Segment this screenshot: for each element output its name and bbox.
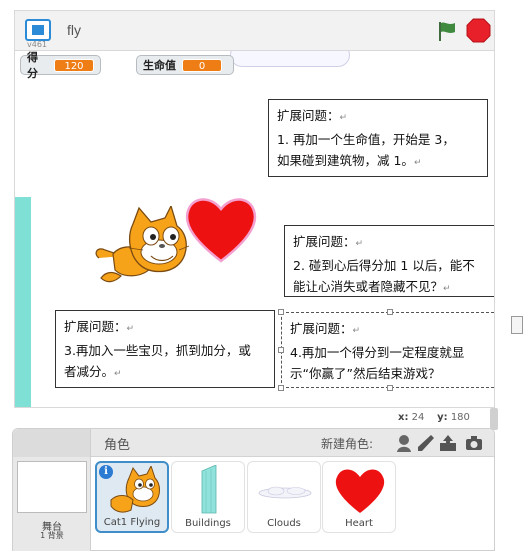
- stage-column-header: [13, 429, 91, 457]
- paint-sprite-button[interactable]: [416, 433, 436, 453]
- sprite-name: Cat1 Flying: [103, 517, 161, 528]
- cloud-sprite-partial[interactable]: [230, 51, 350, 67]
- y-label: y:: [437, 412, 448, 423]
- project-title[interactable]: fly: [67, 22, 81, 38]
- paintbrush-icon: [418, 435, 434, 451]
- cat-sprite[interactable]: [93, 206, 191, 292]
- flag-pole-icon: [439, 22, 441, 41]
- x-value: 24: [411, 412, 425, 423]
- stage-thumbnail[interactable]: [17, 461, 87, 513]
- sprite-tile-clouds[interactable]: Clouds: [247, 461, 321, 533]
- buildings-sprite-partial[interactable]: [15, 197, 31, 407]
- sprite-library-button[interactable]: [394, 433, 414, 453]
- side-tool-icon[interactable]: [511, 316, 523, 334]
- mouse-coordinates: x: 24 y: 180: [398, 412, 470, 423]
- note3-line2: 者减分。↵: [64, 364, 122, 379]
- clouds-thumbnail: [258, 486, 312, 499]
- note4-line1: 4.再加一个得分到一定程度就显: [290, 345, 465, 360]
- sprite-tile-heart[interactable]: Heart: [322, 461, 396, 533]
- lives-monitor[interactable]: 生命值 0: [136, 55, 234, 75]
- note1-line2: 如果碰到建筑物，减 1。↵: [277, 153, 422, 168]
- sprites-title: 角色: [104, 438, 131, 453]
- heart-thumbnail: [335, 469, 385, 513]
- sprite-name: Buildings: [185, 518, 231, 529]
- x-label: x:: [398, 412, 409, 423]
- resize-handle[interactable]: [278, 347, 284, 353]
- note2-line2: 能让心消失或者隐藏不见？↵: [293, 279, 451, 294]
- heart-sprite[interactable]: [182, 193, 260, 265]
- fullscreen-button[interactable]: [25, 19, 51, 41]
- note-extension-2[interactable]: 扩展问题：↵ 2. 碰到心后得分加 1 以后，能不 能让心消失或者隐藏不见？↵: [284, 225, 494, 297]
- note3-heading: 扩展问题：↵: [64, 319, 135, 334]
- sprite-pane: 角色 新建角色: 舞台 1 背景 i Cat1 Flying Buildings…: [12, 428, 495, 551]
- y-value: 180: [450, 412, 470, 423]
- note2-heading: 扩展问题：↵: [293, 234, 364, 249]
- sprite-tile-cat1-flying[interactable]: i Cat1 Flying: [95, 461, 169, 533]
- fullscreen-icon: [32, 25, 44, 35]
- buildings-thumbnail: [201, 465, 217, 514]
- stop-button[interactable]: [466, 18, 491, 43]
- note2-line1: 2. 碰到心后得分加 1 以后，能不: [293, 258, 475, 273]
- version-label: v461: [27, 40, 48, 49]
- stage[interactable]: 得分 120 生命值 0 扩展问题：↵ 1. 再加一个生命值，开始是 3， 如果…: [14, 50, 495, 408]
- resize-handle[interactable]: [278, 385, 284, 391]
- resize-handle[interactable]: [278, 309, 284, 315]
- backdrop-count: 1 背景: [40, 531, 64, 540]
- note-extension-4[interactable]: 扩展问题：↵ 4.再加一个得分到一定程度就显 示“你赢了”然后结束游戏？: [281, 312, 494, 388]
- new-sprite-label: 新建角色:: [321, 437, 374, 451]
- score-label: 得分: [27, 51, 38, 80]
- sprite-name: Clouds: [267, 518, 301, 529]
- green-flag-icon: [441, 22, 455, 33]
- stage-scroll-handle[interactable]: [490, 408, 498, 430]
- cat-thumbnail: [110, 466, 160, 513]
- score-value: 120: [54, 58, 94, 72]
- note-extension-3[interactable]: 扩展问题：↵ 3.再加入一些宝贝，抓到加分，或 者减分。↵: [55, 310, 275, 388]
- note3-line1: 3.再加入一些宝贝，抓到加分，或: [64, 343, 251, 358]
- camera-sprite-button[interactable]: [464, 433, 484, 453]
- sprite-pane-header: 角色 新建角色:: [13, 429, 494, 457]
- score-monitor[interactable]: 得分 120: [20, 51, 101, 80]
- sprite-tile-buildings[interactable]: Buildings: [171, 461, 245, 533]
- upload-sprite-button[interactable]: [438, 433, 458, 453]
- note-extension-1[interactable]: 扩展问题：↵ 1. 再加一个生命值，开始是 3， 如果碰到建筑物，减 1。↵: [268, 99, 488, 177]
- green-flag-button[interactable]: [434, 19, 458, 43]
- lives-label: 生命值: [143, 59, 176, 72]
- sprite-name: Heart: [345, 518, 373, 529]
- character-icon: [399, 435, 409, 445]
- resize-handle[interactable]: [387, 385, 393, 391]
- note4-heading: 扩展问题：↵: [290, 321, 361, 336]
- note4-line2: 示“你赢了”然后结束游戏？: [290, 366, 441, 381]
- stage-topbar: v461 fly: [14, 10, 495, 50]
- stage-selector[interactable]: 舞台 1 背景: [13, 457, 91, 551]
- resize-handle[interactable]: [387, 309, 393, 315]
- stop-icon: [466, 18, 491, 43]
- note1-line1: 1. 再加一个生命值，开始是 3，: [277, 132, 455, 147]
- note1-heading: 扩展问题：↵: [277, 108, 348, 123]
- lives-value: 0: [182, 58, 222, 72]
